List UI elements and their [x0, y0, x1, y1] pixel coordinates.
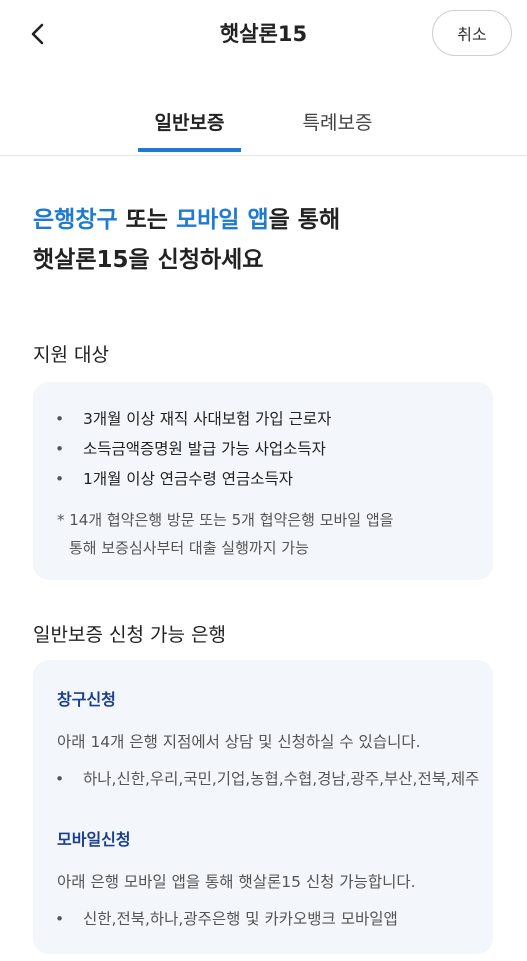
list-item: • 소득금액증명원 발급 가능 사업소득자 — [33, 434, 331, 464]
mobile-description: 아래 은행 모바일 앱을 통해 햇살론15 신청 가능합니다. — [57, 873, 416, 891]
target-section-title: 지원 대상 — [33, 344, 109, 366]
cancel-button[interactable]: 취소 — [432, 10, 512, 56]
headline-accent-branch: 은행창구 — [33, 207, 118, 233]
branch-bank-list: • 하나,신한,우리,국민,기업,농협,수협,경남,광주,부산,전북,제주 — [33, 764, 479, 794]
bullet-icon: • — [55, 410, 65, 428]
list-item: • 하나,신한,우리,국민,기업,농협,수협,경남,광주,부산,전북,제주 — [33, 764, 479, 794]
branch-description: 아래 14개 은행 지점에서 상담 및 신청하실 수 있습니다. — [57, 733, 421, 751]
bullet-icon: • — [55, 440, 65, 458]
list-item: • 신한,전북,하나,광주은행 및 카카오뱅크 모바일앱 — [33, 904, 398, 934]
tab-general-guarantee[interactable]: 일반보증 — [138, 108, 241, 135]
headline-line-1: 은행창구 또는 모바일 앱을 통해 — [33, 200, 340, 240]
app-header: 햇살론15 취소 — [0, 0, 527, 68]
headline-connector: 또는 — [117, 207, 176, 233]
mobile-bank-list: • 신한,전북,하나,광주은행 및 카카오뱅크 모바일앱 — [33, 904, 398, 934]
mobile-title: 모바일신청 — [57, 830, 131, 849]
target-list: • 3개월 이상 재직 사대보험 가입 근로자 • 소득금액증명원 발급 가능 사업… — [33, 404, 331, 494]
tab-bar: 일반보증 특례보증 — [0, 96, 527, 156]
target-note: * 14개 협약은행 방문 또는 5개 협약은행 모바일 앱을 통해 보증심사부… — [57, 506, 477, 562]
note-line-2: 통해 보증심사부터 대출 실행까지 가능 — [69, 539, 309, 557]
banks-section-title: 일반보증 신청 가능 은행 — [33, 624, 226, 646]
target-card: • 3개월 이상 재직 사대보험 가입 근로자 • 소득금액증명원 발급 가능 사업… — [33, 382, 493, 580]
active-tab-indicator — [138, 148, 241, 152]
bullet-icon: • — [55, 770, 65, 788]
note-line-1: * 14개 협약은행 방문 또는 5개 협약은행 모바일 앱을 — [57, 511, 394, 529]
branch-title: 창구신청 — [57, 690, 116, 709]
list-item: • 3개월 이상 재직 사대보험 가입 근로자 — [33, 404, 331, 434]
banks-card: 창구신청 아래 14개 은행 지점에서 상담 및 신청하실 수 있습니다. • 하… — [33, 660, 493, 954]
bullet-icon: • — [55, 470, 65, 488]
headline-line-2: 햇살론15을 신청하세요 — [33, 247, 264, 273]
tab-special-guarantee[interactable]: 특례보증 — [290, 108, 385, 135]
headline: 은행창구 또는 모바일 앱을 통해 햇살론15을 신청하세요 — [33, 200, 340, 280]
headline-accent-mobile: 모바일 앱 — [175, 207, 269, 233]
bullet-icon: • — [55, 910, 65, 928]
list-item: • 1개월 이상 연금수령 연금소득자 — [33, 464, 331, 494]
headline-suffix: 을 통해 — [268, 207, 341, 233]
